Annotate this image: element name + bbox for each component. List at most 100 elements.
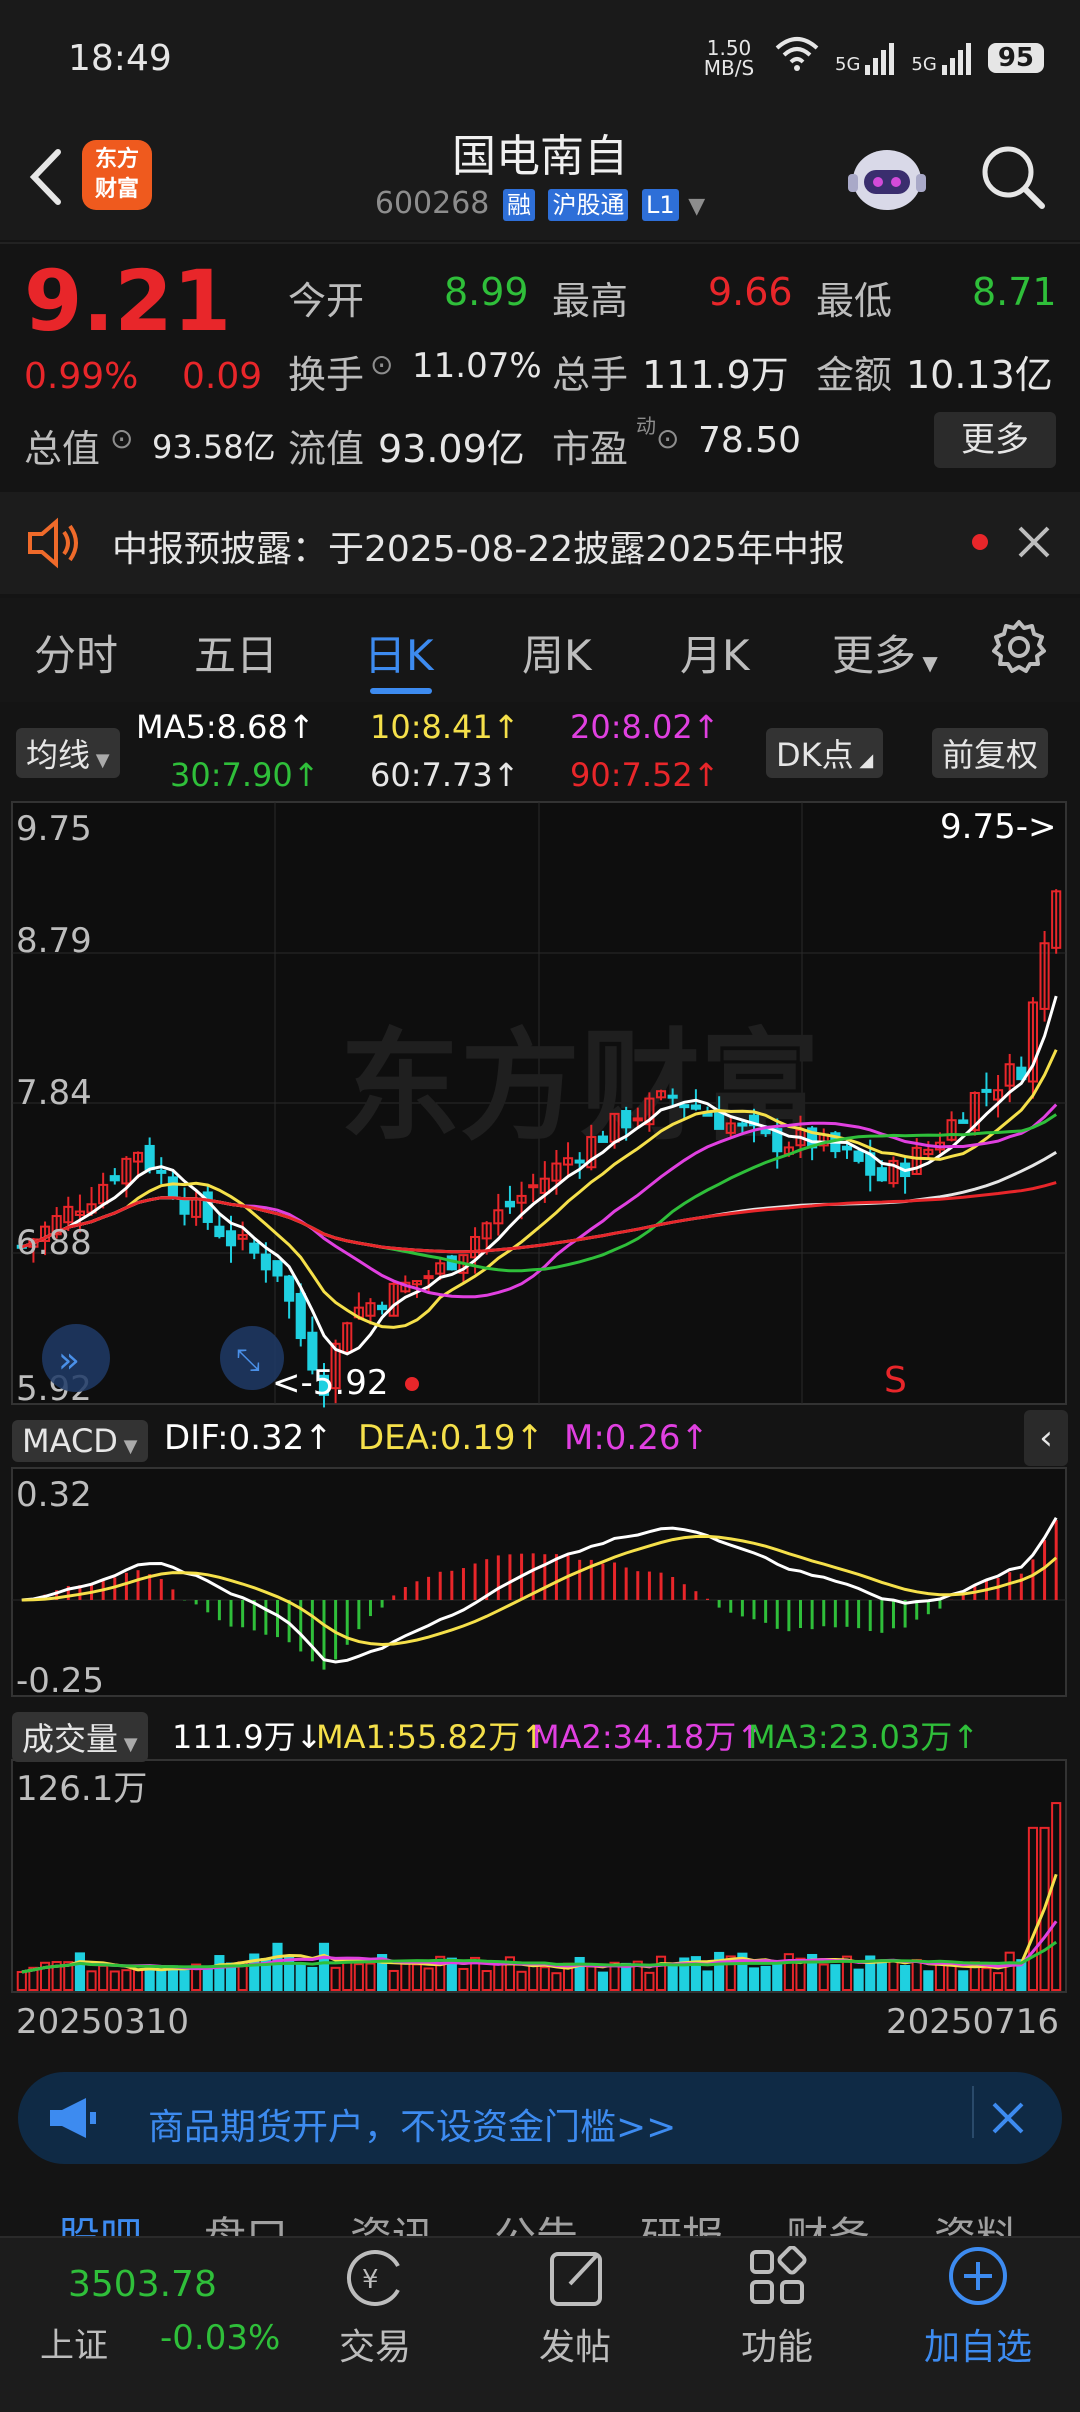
volume-ma1: MA1:55.82万↑ [316,1718,548,1756]
change-amount: 0.09 [182,356,263,397]
tab-underline [370,688,432,694]
tab-weekly-k[interactable]: 周K [522,622,592,683]
index-change[interactable]: -0.03% [160,2318,280,2358]
svg-text:¥: ¥ [362,2265,379,2295]
macd-y-top: 0.32 [16,1475,92,1515]
candle-body [690,1104,701,1110]
net-speed: 1.50 MB/S [703,35,755,80]
tab-five-day[interactable]: 五日 [194,622,278,683]
volume-bar [853,1968,864,1991]
candle-body [528,1184,539,1189]
macd-y-bottom: -0.25 [16,1661,104,1701]
nav-add-watchlist[interactable]: 加自选 [918,2318,1038,2370]
signal-icon-1: 5G [835,41,897,75]
megaphone-icon [46,2096,98,2144]
volume-bar [900,1964,911,1992]
nav-trade[interactable]: 交易 [330,2318,420,2370]
volume-bar [214,1955,225,1992]
volume-ma3: MA3:23.03万↑ [748,1718,980,1756]
volume-bar [74,1952,85,1991]
dropdown-icon: ▼ [688,194,706,219]
candle-body [272,1260,283,1277]
search-icon[interactable] [976,140,1050,214]
robot-assistant-icon[interactable] [842,138,932,218]
ad-text[interactable]: 商品期货开户，不设资金门槛>> [148,2098,676,2150]
index-value[interactable]: 3503.78 [68,2264,217,2305]
volume-bar [667,1963,678,1991]
macd-button[interactable]: MACD ▼ [12,1420,148,1462]
max-marker: 9.75-> [940,807,1056,847]
candle-body [667,1094,678,1099]
amount-label: 金额 [816,353,893,397]
macd-m: M:0.26↑ [564,1418,709,1458]
low-value: 8.71 [972,270,1057,314]
volume-bar [202,1965,213,1991]
y-label-4: 6.88 [16,1223,92,1263]
volume-bar [179,1970,190,1991]
close-icon[interactable] [990,2100,1026,2140]
macd-dea: DEA:0.19↑ [358,1418,544,1458]
nav-function[interactable]: 功能 [732,2318,822,2370]
date-end: 20250716 [886,2002,1060,2042]
candle-body [853,1150,864,1162]
info-icon[interactable]: ⊙ [370,348,393,381]
tag-connect: 沪股通 [548,188,629,221]
open-label: 今开 [288,279,365,323]
collapse-icon[interactable]: ‹ [1024,1410,1068,1466]
notice-text[interactable]: 中报预披露：于2025-08-22披露2025年中报 [112,520,845,572]
tab-intraday[interactable]: 分时 [34,622,118,683]
candle-body [260,1253,271,1271]
volume-bar [714,1951,725,1992]
pe-label: 市盈 [552,427,629,471]
info-icon[interactable]: ⊙ [656,422,679,455]
tab-daily-k[interactable]: 日K [364,622,434,683]
volume-bar [958,1970,969,1991]
tag-margin: 融 [502,188,535,221]
candle-body [167,1176,178,1200]
adjust-button[interactable]: 前复权 [932,728,1049,778]
add-watchlist-icon[interactable] [946,2244,1010,2312]
float-value: 93.09亿 [378,427,525,471]
info-icon[interactable]: ⊙ [110,422,133,455]
vol-y-top: 126.1万 [16,1769,147,1809]
y-label-2: 8.79 [16,921,92,961]
ma10-label: 10:8.41↑ [370,708,520,746]
candle-body [737,1122,748,1127]
candle-body [958,1119,969,1124]
status-time: 18:49 [68,38,172,79]
volume-bar [760,1965,771,1991]
candle-body [504,1200,516,1208]
tab-monthly-k[interactable]: 月K [680,622,750,683]
ma30-label: 30:7.90↑ [170,756,320,794]
high-value: 9.66 [708,270,793,314]
index-name[interactable]: 上证 [40,2318,108,2367]
candle-body [249,1242,260,1254]
tab-more[interactable]: 更多 ▼ [832,622,938,683]
volume-bar [748,1967,760,1991]
ma-toggle-button[interactable]: 均线 ▼ [16,728,120,778]
mktcap-label: 总值 [24,427,101,471]
volume-bar [272,1942,283,1992]
more-button[interactable]: 更多 [934,412,1056,468]
candle-body [179,1198,190,1215]
post-icon[interactable] [548,2246,608,2312]
close-icon[interactable] [1016,524,1052,564]
high-label: 最高 [552,279,629,323]
nav-post[interactable]: 发帖 [530,2318,620,2370]
candle-body [621,1110,632,1129]
status-icons: 1.50 MB/S 5G 5G 95 [699,36,1044,79]
wifi-icon [773,36,821,79]
volume-bar [295,1962,306,1992]
dk-point-button[interactable]: DK点 ◢ [766,728,884,778]
volume-label: 总手 [552,353,629,397]
function-icon[interactable] [748,2245,808,2312]
macd-dif: DIF:0.32↑ [164,1418,333,1458]
stock-chart[interactable]: 东方财富 9.75 8.79 7.84 6.88 5.92 9.75-> <-5… [0,800,1080,2000]
pe-value: 78.50 [698,420,802,461]
candle-body [377,1304,388,1311]
ma20-label: 20:8.02↑ [570,708,720,746]
settings-gear-icon[interactable] [990,618,1048,680]
volume-button[interactable]: 成交量 ▼ [12,1712,148,1762]
sell-signal: S [884,1360,907,1401]
trade-icon[interactable]: ¥ [340,2246,410,2314]
